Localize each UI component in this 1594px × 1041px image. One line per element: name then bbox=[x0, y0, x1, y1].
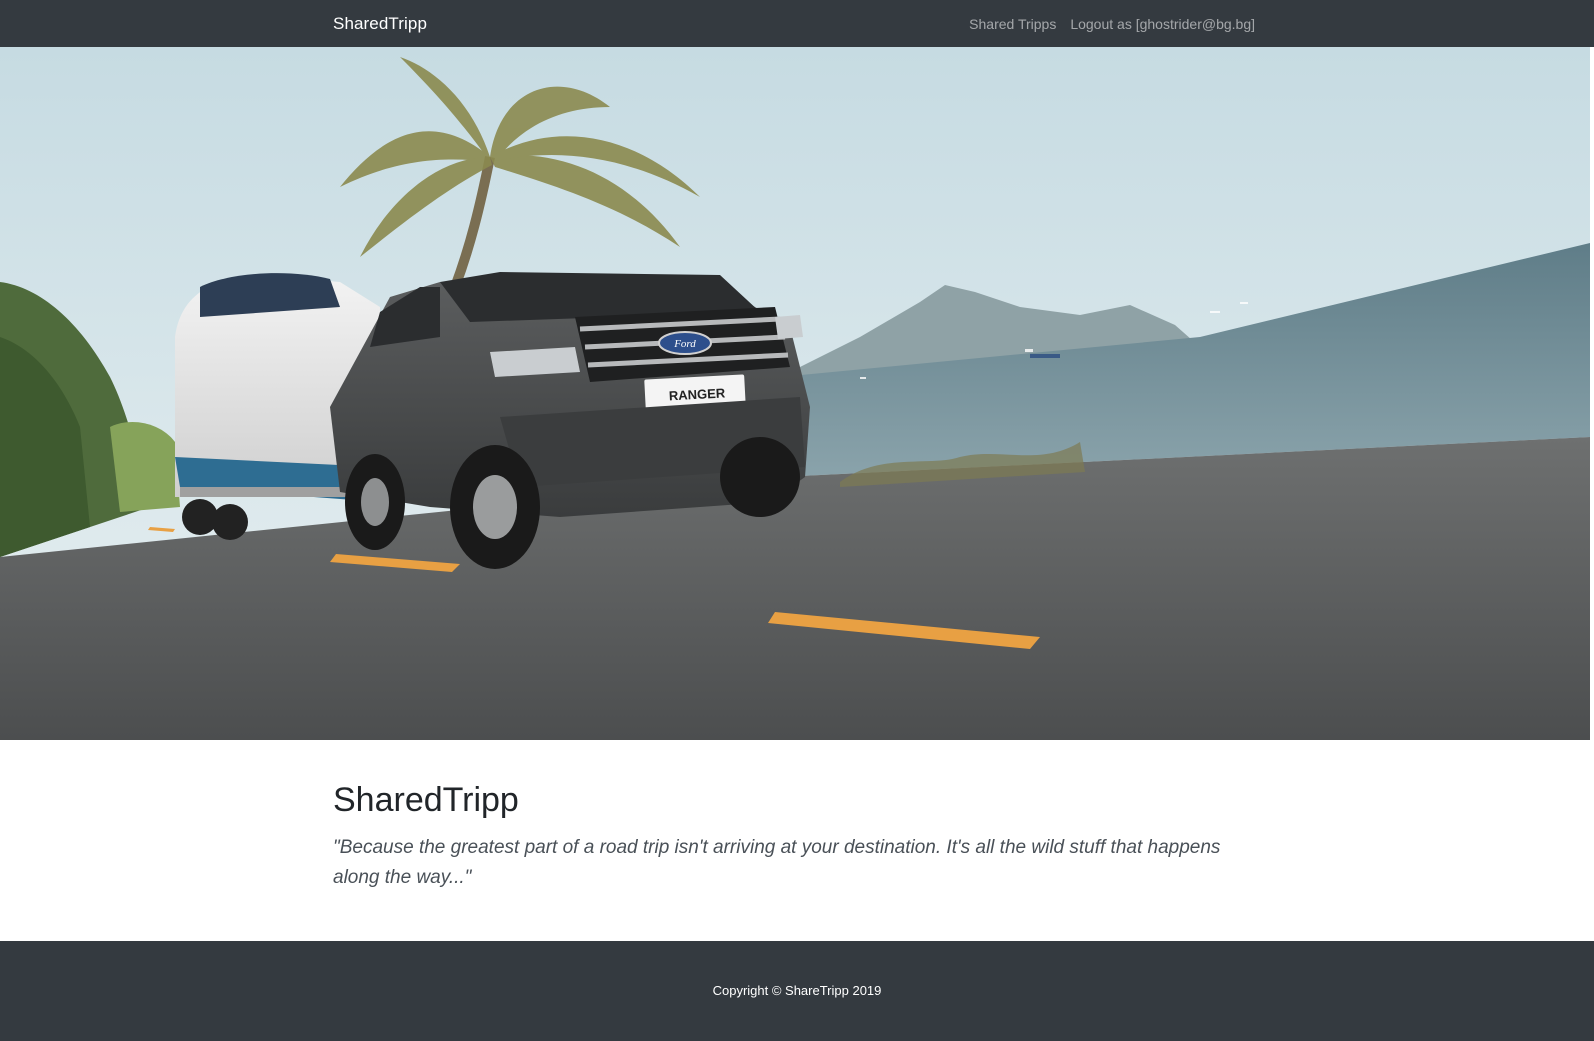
top-navbar: SharedTripp Shared Tripps Logout as [gho… bbox=[0, 0, 1594, 47]
copyright-text: Copyright © ShareTripp 2019 bbox=[712, 983, 882, 998]
truck-brand-logo: Ford bbox=[673, 338, 696, 350]
truck-plate-text: RANGER bbox=[669, 385, 727, 403]
footer: Copyright © ShareTripp 2019 bbox=[0, 941, 1594, 1041]
hero-image: Ford RANGER bbox=[0, 47, 1590, 740]
lead-quote: "Because the greatest part of a road tri… bbox=[333, 836, 1221, 888]
navbar-brand-link[interactable]: SharedTripp bbox=[333, 14, 427, 34]
nav-link-logout[interactable]: Logout as [ghostrider@bg.bg] bbox=[1070, 16, 1255, 32]
main-content: SharedTripp "Because the greatest part o… bbox=[333, 780, 1263, 893]
nav-link-shared-tripps[interactable]: Shared Tripps bbox=[969, 16, 1056, 32]
navbar-links: Shared Tripps Logout as [ghostrider@bg.b… bbox=[969, 16, 1255, 32]
page-title: SharedTripp bbox=[333, 781, 519, 819]
